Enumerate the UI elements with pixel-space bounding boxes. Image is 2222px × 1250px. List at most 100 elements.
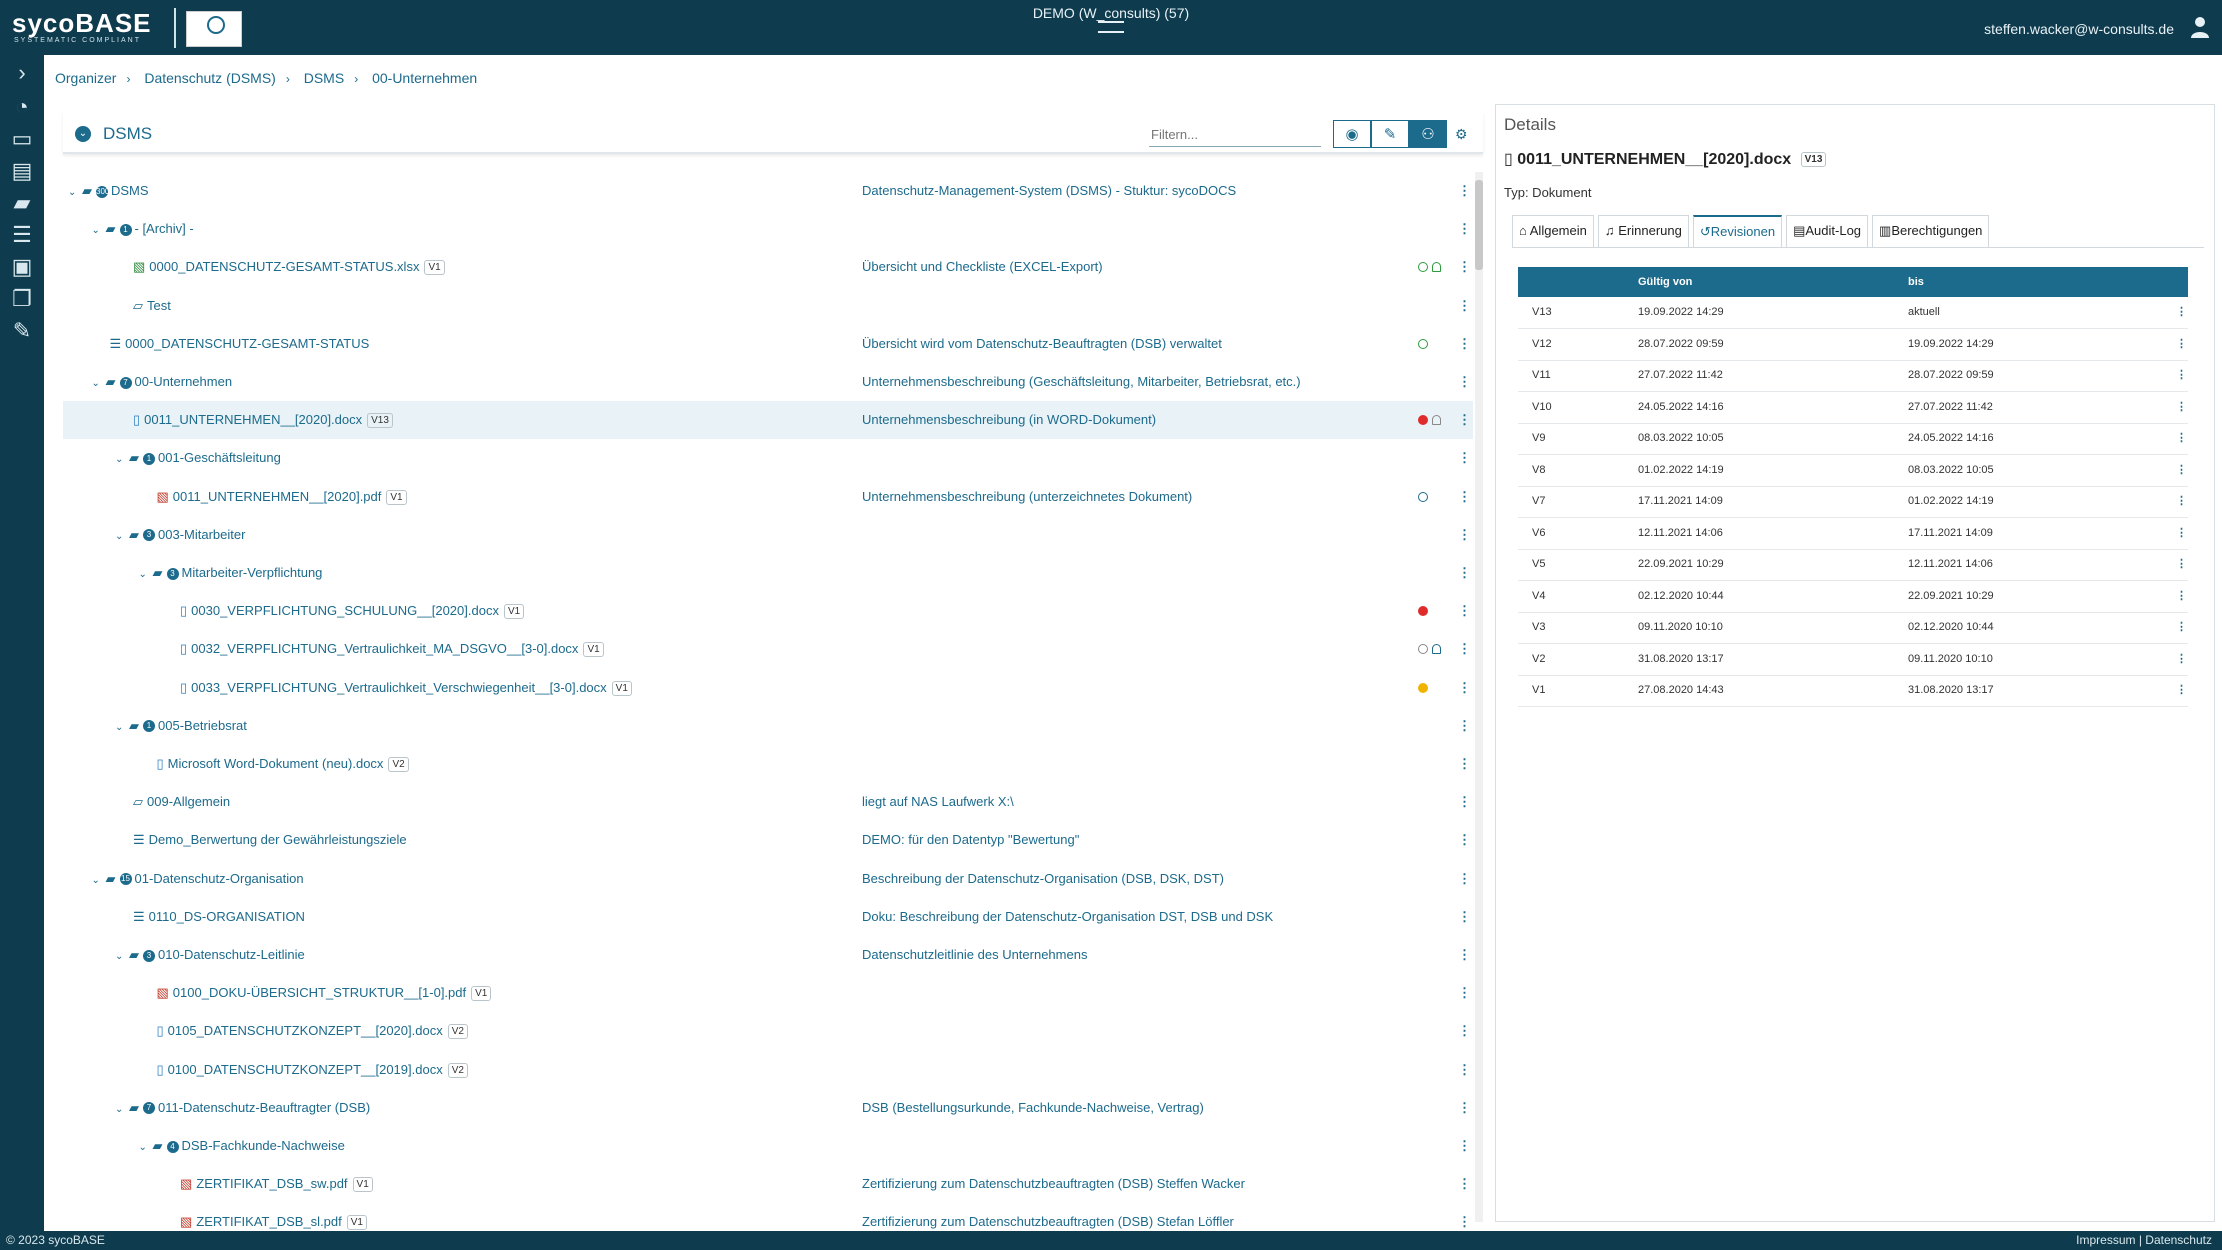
more-options-icon[interactable]: ⋮ — [2176, 360, 2187, 391]
revision-row[interactable]: V5 22.09.2021 10:29 12.11.2021 14:06 ⋮ — [1518, 549, 2188, 581]
tree-row[interactable]: ▯ 0011_UNTERNEHMEN__[2020].docx V13 Unterne… — [63, 401, 1473, 440]
revision-row[interactable]: V6 12.11.2021 14:06 17.11.2021 14:09 ⋮ — [1518, 518, 2188, 550]
more-options-icon[interactable]: ⋮ — [1458, 592, 1471, 630]
tree-item[interactable]: ▱ 009-Allgemein — [133, 783, 230, 821]
tree-item[interactable]: ▯ 0030_VERPFLICHTUNG_SCHULUNG__[2020].doc… — [180, 592, 525, 630]
tree-item[interactable]: ▯ 0032_VERPFLICHTUNG_Vertraulichkeit_MA_D… — [180, 630, 604, 668]
more-options-icon[interactable]: ⋮ — [1458, 554, 1471, 592]
tree-item[interactable]: ⌄ ▰ 300 DSMS — [68, 172, 149, 212]
more-options-icon[interactable]: ⋮ — [1458, 745, 1471, 783]
chevron-down-icon[interactable]: ⌄ — [92, 212, 106, 250]
more-options-icon[interactable]: ⋮ — [2176, 644, 2187, 675]
tree-row[interactable]: ⌄ ▰ 7 00-Unternehmen Unternehmensbeschreibun… — [63, 363, 1473, 401]
tree-item[interactable]: ⌄ ▰ 1- [Archiv] - — [92, 210, 194, 250]
tree-row[interactable]: ⌄ ▰ 1 001-Geschäftsleitung ⋮ — [63, 439, 1473, 477]
more-options-icon[interactable]: ⋮ — [1458, 669, 1471, 707]
tree-row[interactable]: ☰ 0000_DATENSCHUTZ-GESAMT-STATUS Übersicht… — [63, 325, 1473, 363]
tree-row[interactable]: ⌄ ▰ 4 DSB-Fachkunde-Nachweise ⋮ — [63, 1127, 1473, 1165]
tree-row[interactable]: ▯ 0030_VERPFLICHTUNG_SCHULUNG__[2020].doc… — [63, 592, 1473, 630]
tree-row[interactable]: ⌄ ▰ 3 010-Datenschutz-Leitlinie Datenschutzl… — [63, 936, 1473, 974]
more-options-icon[interactable]: ⋮ — [2176, 675, 2187, 706]
tree-row[interactable]: ⌄ ▰ 7 011-Datenschutz-Beauftragter (DSB) DSB… — [63, 1089, 1473, 1127]
tree-row[interactable]: ▧ 0100_DOKU-ÜBERSICHT_STRUKTUR__[1-0].pdf… — [63, 974, 1473, 1012]
tab-revisionen[interactable]: ↺Revisionen — [1692, 215, 1783, 247]
tree-item[interactable]: ▯ 0011_UNTERNEHMEN__[2020].docx V13 — [133, 401, 393, 439]
tree-row[interactable]: ▯ Microsoft Word-Dokument (neu).docx V2 ⋮ — [63, 745, 1473, 783]
more-options-icon[interactable]: ⋮ — [2176, 581, 2187, 612]
document-icon[interactable]: ▤ — [8, 159, 36, 183]
more-options-icon[interactable]: ⋮ — [2176, 518, 2187, 549]
tree-row[interactable]: ⌄ ▰ 15 01-Datenschutz-Organisation Beschreib… — [63, 860, 1473, 898]
expand-sidebar-icon[interactable]: › — [8, 61, 36, 85]
tree-item[interactable]: ⌄ ▰ 3 010-Datenschutz-Leitlinie — [115, 936, 305, 976]
tree-item[interactable]: ⌄ ▰ 7 011-Datenschutz-Beauftragter (DSB) — [115, 1089, 370, 1129]
dashboard-icon[interactable]: ◔ — [8, 95, 36, 119]
more-options-icon[interactable]: ⋮ — [1458, 1165, 1471, 1203]
tree-row[interactable]: ☰ Demo_Berwertung der Gewährleistungsziel… — [63, 821, 1473, 859]
tree-item[interactable]: ▧ 0011_UNTERNEHMEN__[2020].pdf V1 — [157, 478, 407, 516]
more-options-icon[interactable]: ⋮ — [1458, 1051, 1471, 1089]
tree-item[interactable]: ☰ 0000_DATENSCHUTZ-GESAMT-STATUS — [110, 325, 370, 363]
tree-row[interactable]: ▯ 0033_VERPFLICHTUNG_Vertraulichkeit_Vers… — [63, 669, 1473, 707]
tree-item[interactable]: ▧ ZERTIFIKAT_DSB_sw.pdf V1 — [180, 1165, 373, 1203]
chevron-down-icon[interactable]: ⌄ — [115, 518, 129, 556]
more-options-icon[interactable]: ⋮ — [1458, 974, 1471, 1012]
edit-button[interactable]: ✎ — [1371, 120, 1409, 148]
chevron-down-icon[interactable]: ⌄ — [115, 709, 129, 747]
menu-icon[interactable] — [1098, 21, 1124, 33]
tree-row[interactable]: ▯ 0105_DATENSCHUTZKONZEPT__[2020].docx V2 ⋮ — [63, 1012, 1473, 1050]
revision-row[interactable]: V4 02.12.2020 10:44 22.09.2021 10:29 ⋮ — [1518, 581, 2188, 613]
revision-row[interactable]: V13 19.09.2022 14:29 aktuell ⋮ — [1518, 297, 2188, 329]
more-options-icon[interactable]: ⋮ — [2176, 455, 2187, 486]
more-options-icon[interactable]: ⋮ — [2176, 486, 2187, 517]
more-options-icon[interactable]: ⋮ — [1458, 1127, 1471, 1165]
list-icon[interactable]: ☰ — [8, 223, 36, 247]
column-header-bis[interactable]: bis — [1908, 267, 1924, 297]
revision-row[interactable]: V2 31.08.2020 13:17 09.11.2020 10:10 ⋮ — [1518, 644, 2188, 676]
revision-row[interactable]: V3 09.11.2020 10:10 02.12.2020 10:44 ⋮ — [1518, 612, 2188, 644]
tree-row[interactable]: ▧ 0011_UNTERNEHMEN__[2020].pdf V1 Unternehm… — [63, 478, 1473, 516]
tree-row[interactable]: ▧ 0000_DATENSCHUTZ-GESAMT-STATUS.xlsx V1 Üb… — [63, 248, 1473, 286]
tree-item[interactable]: ▯ Microsoft Word-Dokument (neu).docx V2 — [157, 745, 409, 783]
more-options-icon[interactable]: ⋮ — [1458, 898, 1471, 936]
copy-icon[interactable]: ❐ — [8, 287, 36, 311]
more-options-icon[interactable]: ⋮ — [1458, 248, 1471, 286]
breadcrumb-datenschutz[interactable]: Datenschutz (DSMS) — [144, 70, 275, 86]
more-options-icon[interactable]: ⋮ — [1458, 516, 1471, 554]
breadcrumb-organizer[interactable]: Organizer — [55, 70, 116, 86]
more-options-icon[interactable]: ⋮ — [1458, 860, 1471, 898]
more-options-icon[interactable]: ⋮ — [1458, 363, 1471, 401]
tab-audit-log[interactable]: ▤Audit-Log — [1786, 215, 1869, 247]
revision-row[interactable]: V9 08.03.2022 10:05 24.05.2022 14:16 ⋮ — [1518, 423, 2188, 455]
revision-row[interactable]: V11 27.07.2022 11:42 28.07.2022 09:59 ⋮ — [1518, 360, 2188, 392]
tree-row[interactable]: ⌄ ▰ 1 005-Betriebsrat ⋮ — [63, 707, 1473, 745]
chevron-down-icon[interactable]: ⌄ — [139, 1129, 153, 1167]
tree-row[interactable]: ▯ 0100_DATENSCHUTZKONZEPT__[2019].docx V2 ⋮ — [63, 1051, 1473, 1089]
tree-item[interactable]: ☰ 0110_DS-ORGANISATION — [133, 898, 305, 936]
tree-row[interactable]: ⌄ ▰ 300 DSMS Datenschutz-Management-System (… — [63, 172, 1473, 210]
tree-item[interactable]: ▧ 0000_DATENSCHUTZ-GESAMT-STATUS.xlsx V1 — [133, 248, 445, 286]
tree-item[interactable]: ⌄ ▰ 1 005-Betriebsrat — [115, 707, 247, 747]
more-options-icon[interactable]: ⋮ — [1458, 401, 1471, 439]
tree-item[interactable]: ▱ Test — [133, 287, 171, 325]
revision-row[interactable]: V12 28.07.2022 09:59 19.09.2022 14:29 ⋮ — [1518, 329, 2188, 361]
more-options-icon[interactable]: ⋮ — [1458, 325, 1471, 363]
revision-row[interactable]: V7 17.11.2021 14:09 01.02.2022 14:19 ⋮ — [1518, 486, 2188, 518]
tree-row[interactable]: ▱ 009-Allgemein liegt auf NAS Laufwerk X:\… — [63, 783, 1473, 821]
breadcrumb-dsms[interactable]: DSMS — [304, 70, 344, 86]
more-options-icon[interactable]: ⋮ — [1458, 172, 1471, 210]
tree-item[interactable]: ▯ 0033_VERPFLICHTUNG_Vertraulichkeit_Vers… — [180, 669, 632, 707]
chevron-down-icon[interactable]: ⌄ — [92, 365, 106, 403]
more-options-icon[interactable]: ⋮ — [1458, 210, 1471, 248]
chevron-down-icon[interactable]: ⌄ — [92, 862, 106, 900]
revision-row[interactable]: V8 01.02.2022 14:19 08.03.2022 10:05 ⋮ — [1518, 455, 2188, 487]
tree-item[interactable]: ⌄ ▰ 7 00-Unternehmen — [92, 363, 233, 403]
more-options-icon[interactable]: ⋮ — [2176, 297, 2187, 328]
more-options-icon[interactable]: ⋮ — [2176, 549, 2187, 580]
view-button[interactable]: ◉ — [1333, 120, 1371, 148]
tree-item[interactable]: ⌄ ▰ 15 01-Datenschutz-Organisation — [92, 860, 304, 900]
user-icon[interactable] — [2190, 16, 2210, 38]
more-options-icon[interactable]: ⋮ — [2176, 423, 2187, 454]
more-options-icon[interactable]: ⋮ — [1458, 1089, 1471, 1127]
more-options-icon[interactable]: ⋮ — [1458, 439, 1471, 477]
